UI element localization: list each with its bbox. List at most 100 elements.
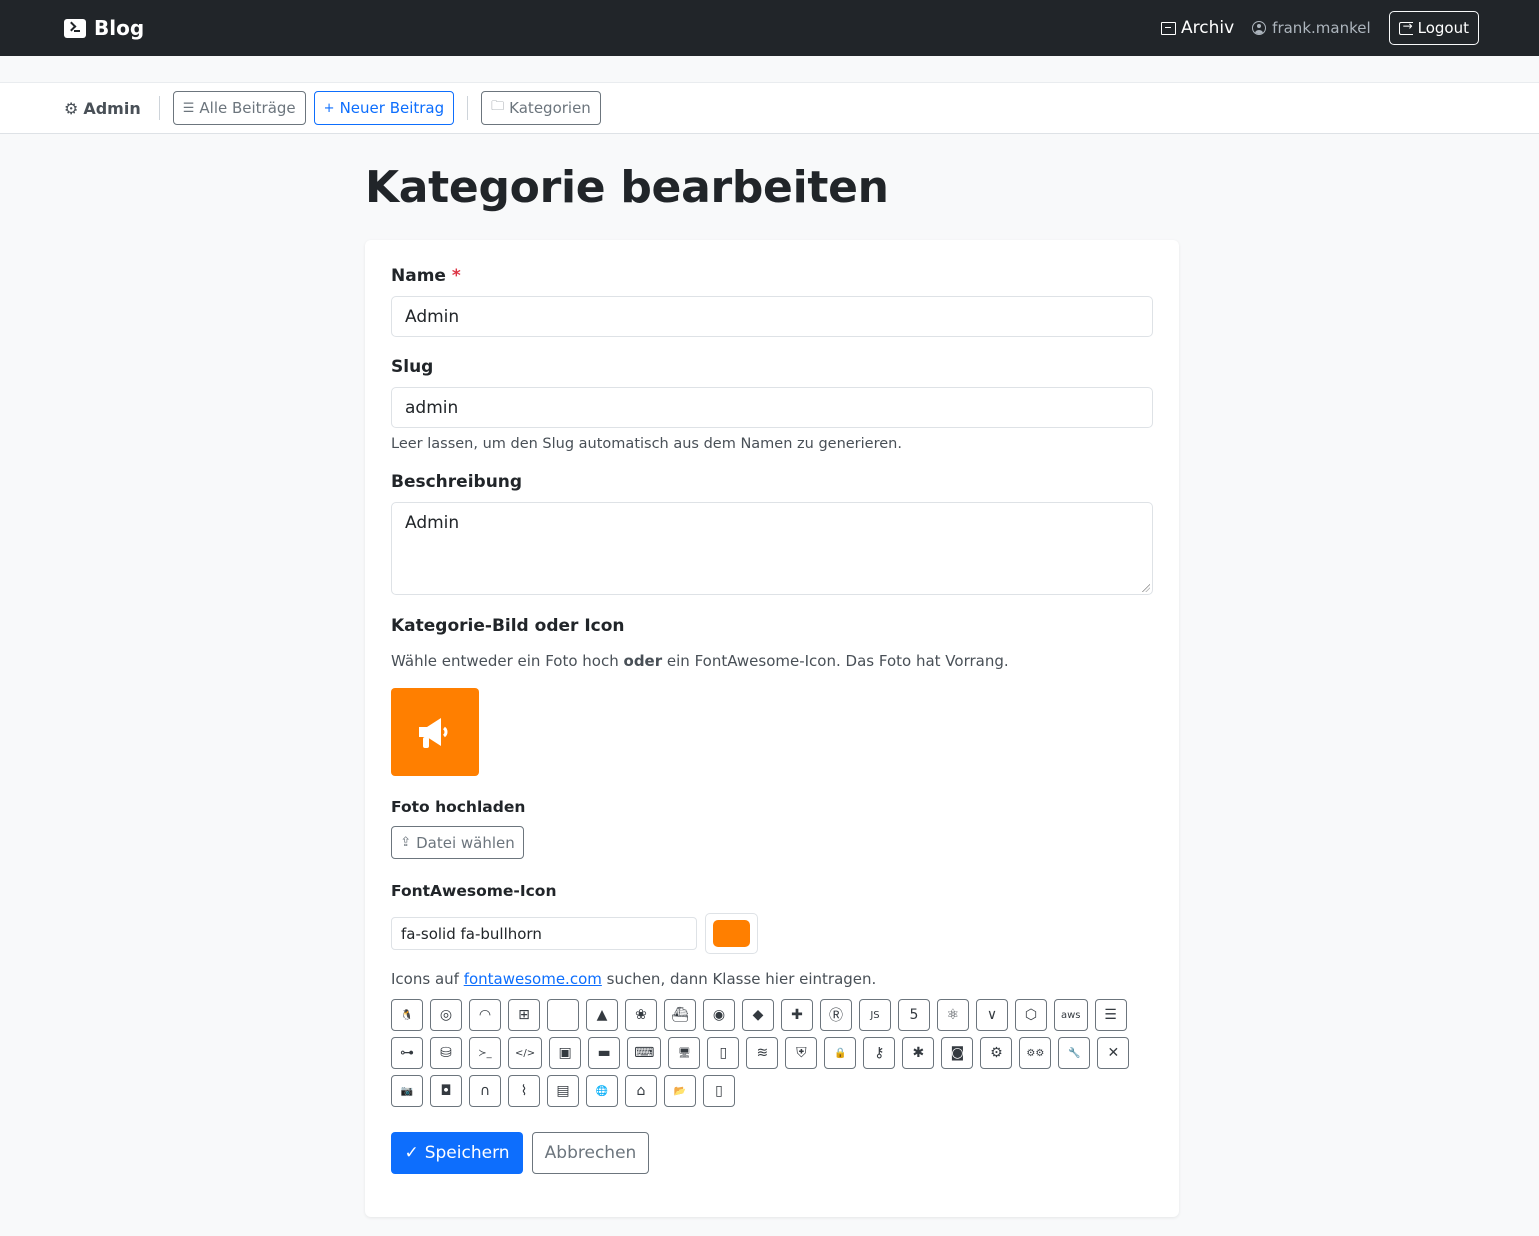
docker-icon: ⛴: [671, 1007, 689, 1023]
fa-hint-part: Icons auf: [391, 970, 464, 988]
icon-option-docker[interactable]: ⛴: [664, 999, 696, 1031]
new-post-button[interactable]: + Neuer Beitrag: [313, 91, 455, 125]
name-input[interactable]: Admin: [391, 296, 1153, 337]
categories-label: Kategorien: [509, 99, 591, 117]
icon-option-ubuntu[interactable]: ◎: [430, 999, 462, 1031]
icon-option-folder-open[interactable]: 📂: [664, 1075, 696, 1107]
icon-option-android[interactable]: ▲: [586, 999, 618, 1031]
name-label: Name *: [391, 266, 1153, 286]
icon-option-github[interactable]: ◉: [703, 999, 735, 1031]
logout-label: Logout: [1417, 19, 1469, 37]
icon-option-rust[interactable]: Ⓡ: [820, 999, 852, 1031]
icon-option-js[interactable]: JS: [859, 999, 891, 1031]
fontawesome-class-input[interactable]: fa-solid fa-bullhorn: [391, 917, 697, 950]
icon-option-raspberry-pi[interactable]: ❀: [625, 999, 657, 1031]
icon-option-apple[interactable]: [547, 999, 579, 1031]
fontawesome-link[interactable]: fontawesome.com: [464, 970, 602, 988]
icon-option-lock[interactable]: 🔒: [824, 1037, 857, 1069]
archive-label: Archiv: [1181, 18, 1235, 38]
icon-option-network[interactable]: ⊶: [391, 1037, 423, 1069]
icon-option-gear[interactable]: ⚙: [980, 1037, 1013, 1069]
icon-option-bug[interactable]: ✱: [902, 1037, 935, 1069]
newspaper-icon: ▤: [556, 1083, 570, 1099]
image-desc-part: Wähle entweder ein Foto hoch: [391, 652, 624, 670]
icon-option-house[interactable]: ⌂: [625, 1075, 657, 1107]
description-label: Beschreibung: [391, 472, 523, 492]
network-icon: ⊶: [400, 1045, 414, 1061]
user-circle-icon: [1252, 21, 1267, 35]
globe-icon: 🌐: [595, 1085, 609, 1097]
hard-drive-icon: ▬: [597, 1045, 611, 1061]
debian-icon: ◠: [478, 1007, 492, 1023]
icon-option-key[interactable]: ⚷: [863, 1037, 896, 1069]
icon-option-globe[interactable]: 🌐: [586, 1075, 618, 1107]
icon-option-file-code[interactable]: ▯: [703, 1075, 735, 1107]
icon-option-vue[interactable]: ∨: [976, 999, 1008, 1031]
icon-option-rss[interactable]: ⌇: [508, 1075, 540, 1107]
icon-option-wrench[interactable]: 🔧: [1058, 1037, 1091, 1069]
cancel-button[interactable]: Abbrechen: [532, 1132, 649, 1174]
icon-option-python[interactable]: ✚: [781, 999, 813, 1031]
gear-icon: ⚙: [990, 1045, 1003, 1061]
desktop-icon: 🖥: [678, 1047, 691, 1059]
icon-option-gears[interactable]: ⚙⚙: [1019, 1037, 1052, 1069]
js-icon: JS: [870, 1009, 880, 1021]
save-button[interactable]: ✓ Speichern: [391, 1132, 523, 1174]
upload-file-button[interactable]: ⇪ Datei wählen: [391, 826, 524, 859]
robot-icon: ◙: [950, 1045, 965, 1061]
icon-option-node[interactable]: ⬡: [1015, 999, 1047, 1031]
fontawesome-row: fa-solid fa-bullhorn: [391, 913, 1153, 954]
icon-option-robot[interactable]: ◙: [941, 1037, 974, 1069]
tools-icon: ✕: [1107, 1045, 1120, 1061]
icon-option-headset[interactable]: ∩: [469, 1075, 501, 1107]
code-icon: </>: [515, 1047, 536, 1059]
icon-option-mobile[interactable]: ▯: [707, 1037, 740, 1069]
icon-option-code[interactable]: </>: [508, 1037, 543, 1069]
icon-option-html5[interactable]: 5: [898, 999, 930, 1031]
server-icon: ☰: [1104, 1007, 1117, 1023]
icon-option-terminal[interactable]: ≻_: [469, 1037, 501, 1069]
icon-option-microchip[interactable]: ▣: [549, 1037, 582, 1069]
icon-option-desktop[interactable]: 🖥: [668, 1037, 701, 1069]
icon-option-debian[interactable]: ◠: [469, 999, 501, 1031]
folder-open-icon: 📂: [673, 1085, 687, 1097]
icon-option-aws[interactable]: aws: [1054, 999, 1088, 1031]
icon-option-database[interactable]: ⛁: [430, 1037, 462, 1069]
color-swatch: [713, 920, 750, 947]
icon-option-laptop[interactable]: ⌨: [627, 1037, 662, 1069]
check-icon: ✓: [404, 1143, 419, 1163]
wifi-icon: ≋: [756, 1045, 769, 1061]
icon-option-camera[interactable]: 📷: [391, 1075, 423, 1107]
icon-color-picker[interactable]: [705, 913, 758, 954]
all-posts-button[interactable]: ☰ Alle Beiträge: [172, 91, 306, 125]
icon-option-linux[interactable]: 🐧: [391, 999, 423, 1031]
categories-button[interactable]: 🗀 Kategorien: [481, 91, 601, 125]
archive-link[interactable]: Archiv: [1161, 18, 1234, 38]
icon-option-hard-drive[interactable]: ▬: [588, 1037, 621, 1069]
icon-option-shield[interactable]: ⛨: [785, 1037, 818, 1069]
icon-option-wifi[interactable]: ≋: [746, 1037, 779, 1069]
logout-button[interactable]: Logout: [1388, 11, 1479, 45]
icon-option-git[interactable]: ◆: [742, 999, 774, 1031]
top-navbar: Blog Archiv frank.mankel Logout: [0, 0, 1539, 56]
icon-option-gamepad[interactable]: ◘: [430, 1075, 462, 1107]
page-title: Kategorie bearbeiten: [365, 162, 889, 213]
fa-hint-part: suchen, dann Klasse hier eintragen.: [601, 970, 877, 988]
archive-icon: [1161, 21, 1177, 35]
windows-icon: ⊞: [518, 1007, 530, 1023]
terminal-icon: ≻_: [478, 1047, 492, 1059]
icon-option-server[interactable]: ☰: [1094, 999, 1127, 1031]
icon-option-windows[interactable]: ⊞: [508, 999, 540, 1031]
vue-icon: ∨: [986, 1007, 998, 1023]
bug-icon: ✱: [912, 1045, 925, 1061]
icon-option-tools[interactable]: ✕: [1097, 1037, 1130, 1069]
upload-icon: ⇪: [400, 835, 412, 850]
slug-input[interactable]: admin: [391, 387, 1153, 428]
icon-picker-grid: 🐧 ◎ ◠ ⊞ ▲ ❀ ⛴ ◉ ◆ ✚ Ⓡ JS 5 ⚛ ∨ ⬡ aws ☰ ⊶ ⛁ ≻_ </> ▣ ▬ ⌨ 🖥 ▯ ≋ ⛨ 🔒 ⚷ ✱ ◙ ⚙…: [391, 999, 1161, 1107]
description-textarea[interactable]: Admin: [391, 502, 1153, 595]
main-container: Kategorie bearbeiten Name * Admin Slug a…: [365, 166, 1179, 1217]
gear-icon: ⚙: [64, 98, 79, 118]
icon-option-newspaper[interactable]: ▤: [547, 1075, 579, 1107]
icon-option-react[interactable]: ⚛: [937, 999, 969, 1031]
brand-link[interactable]: Blog: [64, 16, 144, 40]
